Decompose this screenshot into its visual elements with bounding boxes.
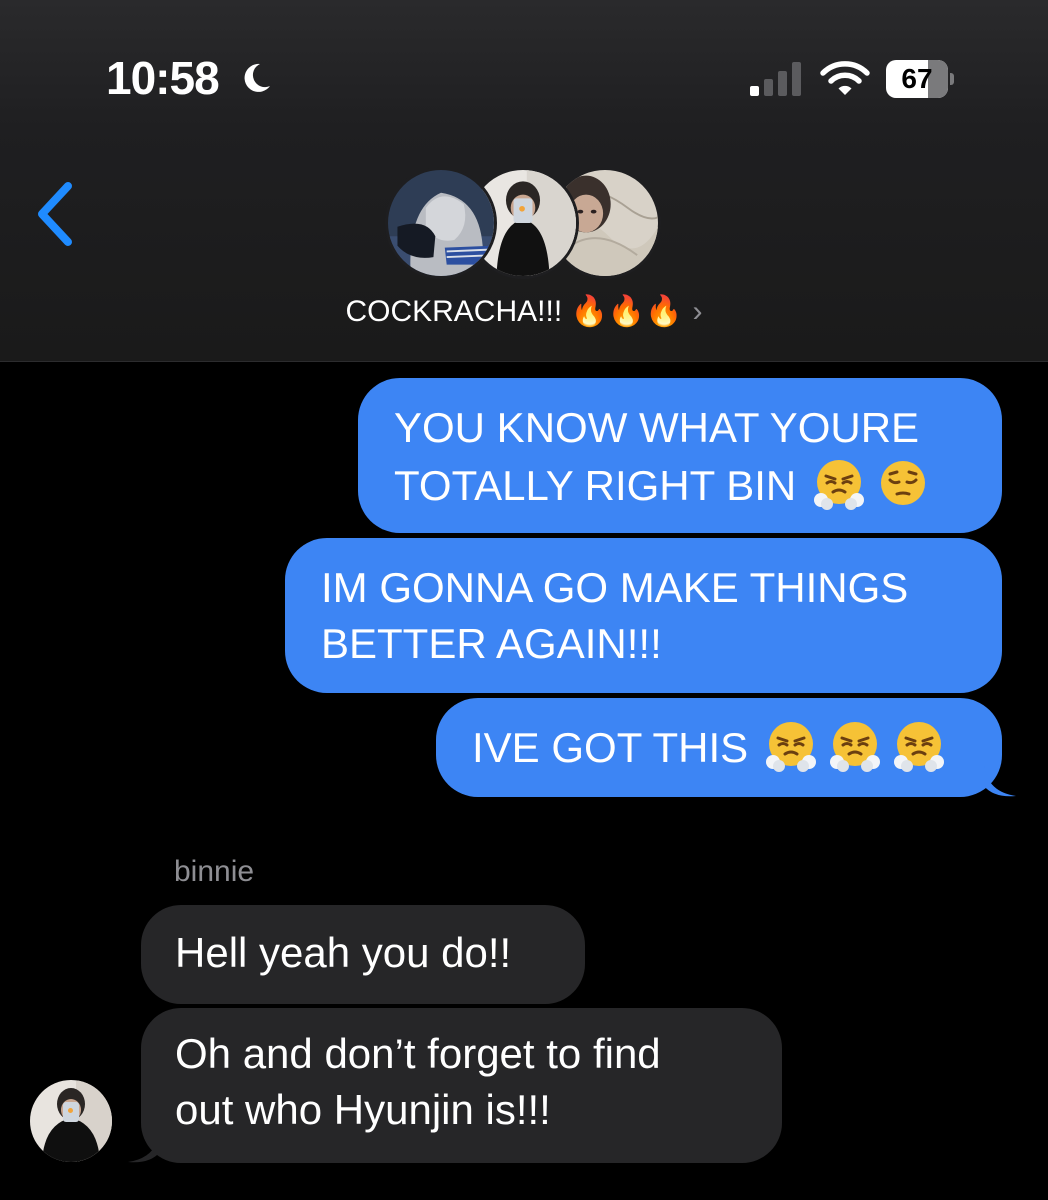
conversation-name: COCKRACHA!!! 🔥🔥🔥 bbox=[345, 295, 683, 328]
message-text: Oh and don’t forget to find bbox=[175, 1030, 661, 1077]
message-text: Hell yeah you do!! bbox=[175, 929, 512, 976]
message-text: BETTER AGAIN!!! bbox=[321, 620, 662, 667]
face-with-steam-from-nose-emoji bbox=[766, 722, 817, 772]
battery-icon: 67 bbox=[886, 60, 954, 98]
face-with-steam-from-nose-emoji bbox=[894, 722, 945, 772]
messages-screen: 10:58 67 COCKRACHA!!! 🔥🔥🔥 › YOU KNOW WHA… bbox=[0, 0, 1048, 1200]
battery-level: 67 bbox=[901, 63, 933, 94]
back-button[interactable] bbox=[28, 176, 84, 252]
conversation-header: 10:58 67 COCKRACHA!!! 🔥🔥🔥 › bbox=[0, 0, 1048, 362]
message-text: TOTALLY RIGHT BIN bbox=[394, 456, 956, 514]
bubble-tail bbox=[984, 766, 1016, 797]
wifi-icon bbox=[820, 61, 870, 95]
incoming-message[interactable]: Hell yeah you do!! bbox=[141, 905, 585, 1004]
avatar bbox=[385, 167, 497, 279]
signal-icon bbox=[750, 62, 801, 96]
face-with-steam-from-nose-emoji bbox=[814, 460, 865, 510]
message-text: out who Hyunjin is!!! bbox=[175, 1086, 551, 1133]
group-avatars[interactable] bbox=[385, 167, 665, 281]
message-text: IVE GOT THIS bbox=[472, 718, 956, 776]
avatar[interactable] bbox=[30, 1080, 112, 1162]
chevron-right-icon: › bbox=[692, 295, 703, 328]
outgoing-message[interactable]: IVE GOT THIS bbox=[436, 698, 1002, 797]
moon-icon bbox=[244, 63, 270, 92]
incoming-message[interactable]: Oh and don’t forget to find out who Hyun… bbox=[141, 1008, 782, 1163]
pensive-face-emoji bbox=[881, 461, 926, 505]
status-time: 10:58 bbox=[106, 52, 220, 104]
sender-name: binnie bbox=[174, 855, 255, 888]
outgoing-message[interactable]: IM GONNA GO MAKE THINGS BETTER AGAIN!!! bbox=[285, 538, 1002, 693]
outgoing-message[interactable]: YOU KNOW WHAT YOURE TOTALLY RIGHT BIN bbox=[358, 378, 1002, 533]
message-text: YOU KNOW WHAT YOURE bbox=[394, 404, 920, 451]
conversation-title[interactable]: COCKRACHA!!! 🔥🔥🔥 › bbox=[0, 290, 1048, 334]
bubble-tail bbox=[128, 1132, 160, 1163]
face-with-steam-from-nose-emoji bbox=[830, 722, 881, 772]
chevron-left-icon bbox=[38, 182, 72, 246]
message-text: IM GONNA GO MAKE THINGS bbox=[321, 564, 909, 611]
